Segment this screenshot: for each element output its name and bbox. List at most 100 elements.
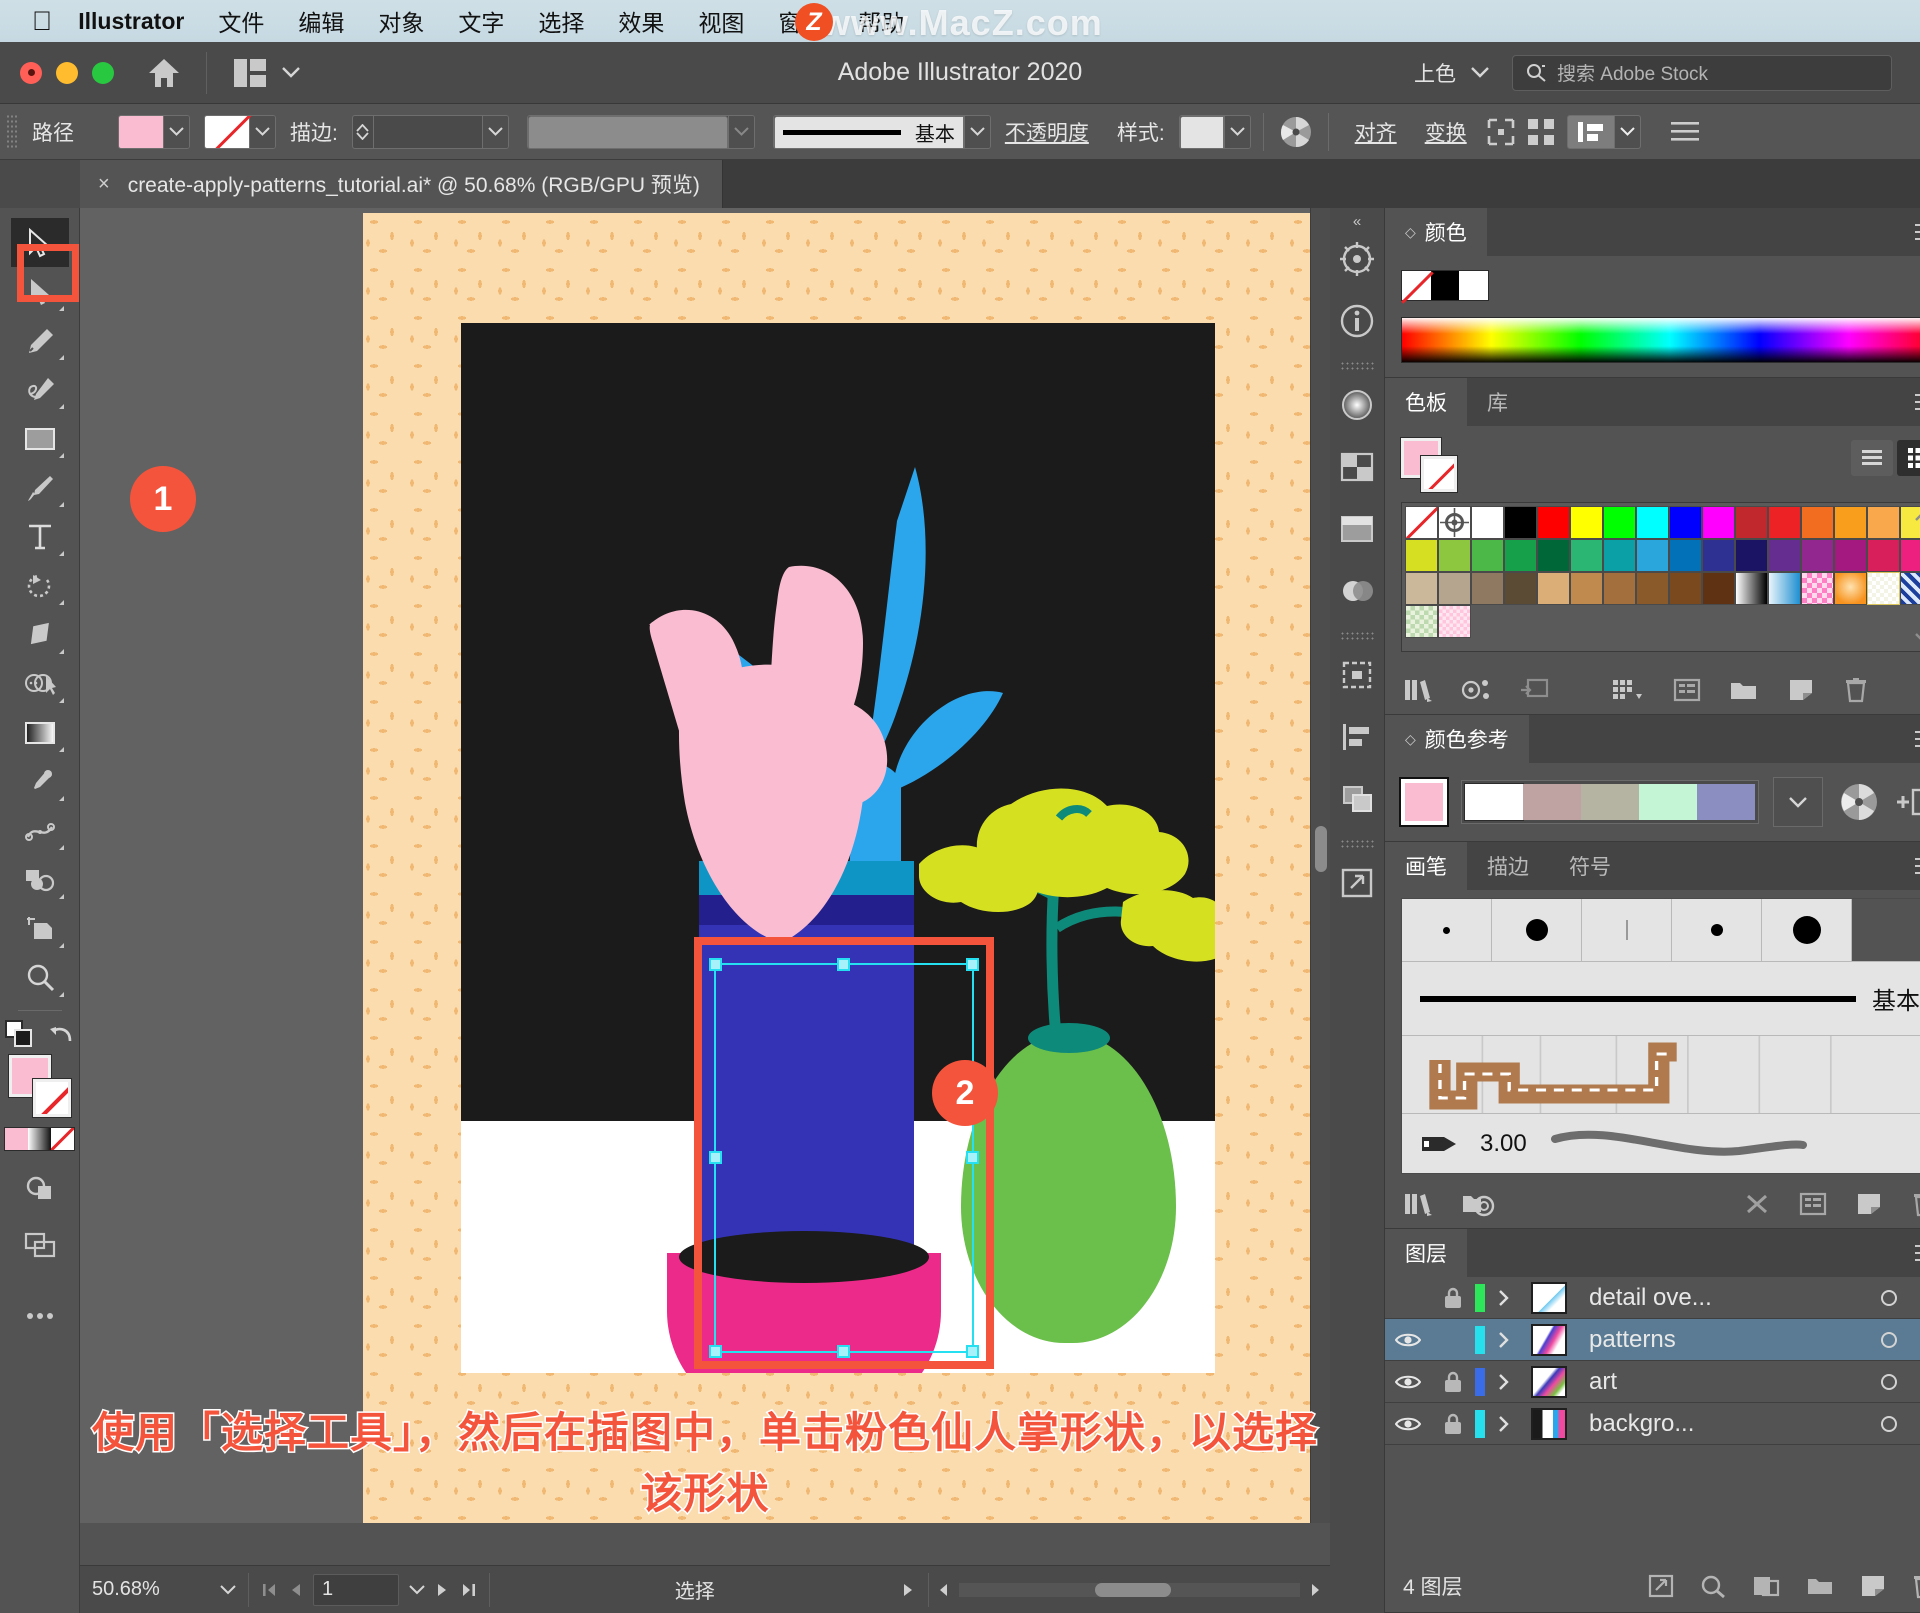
tab-swatches[interactable]: 色板	[1385, 378, 1467, 426]
opacity-label[interactable]: 不透明度	[1005, 117, 1089, 147]
color-themes-icon[interactable]	[1461, 677, 1491, 703]
arrange-icon[interactable]	[1567, 115, 1641, 149]
brush-libraries-icon[interactable]	[1403, 1191, 1433, 1217]
tab-color-guide[interactable]: ◇ 颜色参考	[1385, 715, 1529, 763]
panel-menu-icon[interactable]	[1915, 726, 1920, 752]
swatch-cell[interactable]	[1867, 506, 1900, 539]
paintbrush-tool[interactable]	[11, 463, 69, 512]
swatch-cell[interactable]	[1867, 539, 1900, 572]
panel-menu-icon[interactable]	[1915, 1240, 1920, 1266]
artboards-panel-icon[interactable]	[1330, 648, 1384, 702]
swatch-cell[interactable]	[1702, 506, 1735, 539]
layer-row[interactable]: detail ove...	[1385, 1277, 1920, 1319]
harmony-swatch[interactable]	[1581, 784, 1639, 820]
chevron-down-icon[interactable]	[1773, 777, 1823, 827]
new-brush-icon[interactable]	[1855, 1191, 1883, 1217]
color-spectrum-bar[interactable]	[1401, 317, 1920, 363]
harmony-swatch[interactable]	[1697, 784, 1755, 820]
screen-mode-icon[interactable]	[11, 1220, 69, 1269]
release-icon[interactable]	[1647, 1573, 1675, 1599]
expand-panels-icon[interactable]: «	[1335, 214, 1379, 228]
cc-libraries-icon[interactable]	[1461, 1190, 1495, 1218]
tab-color[interactable]: ◇ 颜色	[1385, 208, 1487, 256]
swatch-cell[interactable]	[1603, 572, 1636, 605]
brush-preset[interactable]	[1402, 899, 1492, 961]
brush-preset[interactable]	[1582, 899, 1672, 961]
layer-visibility-toggle[interactable]	[1385, 1331, 1431, 1349]
color-wheel-icon[interactable]	[1837, 780, 1881, 824]
curvature-tool[interactable]	[11, 365, 69, 414]
status-expand-icon[interactable]	[900, 1582, 916, 1598]
chevron-down-icon[interactable]	[1614, 116, 1640, 148]
brush-pattern-row[interactable]	[1402, 1035, 1920, 1113]
minimize-window-button[interactable]	[56, 62, 78, 84]
new-swatch-icon[interactable]	[1787, 677, 1815, 703]
swatch-cell[interactable]	[1570, 539, 1603, 572]
swatch-cell[interactable]	[1900, 539, 1920, 572]
control-bar-grip[interactable]	[6, 114, 18, 150]
harmony-swatch[interactable]	[1465, 784, 1523, 820]
variable-width-profile[interactable]	[527, 115, 755, 149]
edit-colors-icon[interactable]	[1895, 784, 1920, 820]
apple-logo-icon[interactable]: 	[32, 8, 52, 35]
menu-item-effect[interactable]: 效果	[618, 4, 664, 38]
default-fill-stroke-icon[interactable]	[48, 1019, 76, 1049]
swatch-cell[interactable]	[1603, 506, 1636, 539]
scroll-up-icon[interactable]	[1914, 509, 1920, 521]
brush-basic-row[interactable]: 基本	[1402, 961, 1920, 1035]
tab-libraries[interactable]: 库	[1467, 378, 1528, 426]
asset-export-panel-icon[interactable]	[1330, 856, 1384, 910]
layer-visibility-toggle[interactable]	[1385, 1373, 1431, 1391]
layer-expand-icon[interactable]	[1485, 1373, 1523, 1391]
menubar-app-name[interactable]: Illustrator	[78, 8, 184, 35]
swatch-cell[interactable]	[1801, 506, 1834, 539]
brush-preset[interactable]	[1672, 899, 1762, 961]
swatch-cell[interactable]	[1900, 572, 1920, 605]
chevron-down-icon[interactable]	[163, 116, 189, 148]
swatch-options-icon[interactable]	[1673, 677, 1701, 703]
zoom-tool[interactable]	[11, 953, 69, 1002]
harmony-swatch[interactable]	[1639, 784, 1697, 820]
swatch-cell[interactable]	[1570, 506, 1603, 539]
swatch-cell[interactable]	[1702, 539, 1735, 572]
swatch-cell[interactable]	[1603, 539, 1636, 572]
type-tool[interactable]	[11, 512, 69, 561]
menu-item-type[interactable]: 文字	[458, 4, 504, 38]
layer-target-circle[interactable]	[1863, 1290, 1915, 1306]
swatch-cell[interactable]	[1405, 572, 1438, 605]
page-number-field[interactable]: 1	[313, 1574, 399, 1606]
remove-brush-icon[interactable]	[1743, 1191, 1771, 1217]
zoom-control[interactable]: 50.68%	[80, 1573, 248, 1607]
artboard[interactable]	[363, 213, 1313, 1523]
swatch-cell[interactable]	[1834, 539, 1867, 572]
layer-visibility-toggle[interactable]	[1385, 1415, 1431, 1433]
layer-target-circle[interactable]	[1863, 1416, 1915, 1432]
layer-target-circle[interactable]	[1863, 1332, 1915, 1348]
layer-row[interactable]: art	[1385, 1361, 1920, 1403]
brush-definition-picker[interactable]: 基本	[773, 115, 991, 149]
eraser-tool[interactable]	[11, 610, 69, 659]
layers-list[interactable]: detail ove...patternsartbackgro...	[1385, 1277, 1920, 1560]
stock-search-field[interactable]: 搜索 Adobe Stock	[1512, 55, 1892, 91]
canvas-area[interactable]: 1 2	[80, 208, 1330, 1523]
new-layer-icon[interactable]	[1859, 1573, 1887, 1599]
align-label[interactable]: 对齐	[1355, 117, 1397, 147]
swatch-cell[interactable]	[1504, 506, 1537, 539]
chevron-down-icon[interactable]	[482, 116, 508, 148]
graphic-style-picker[interactable]	[1179, 115, 1251, 149]
swatch-cell[interactable]	[1537, 539, 1570, 572]
rectangle-tool[interactable]	[11, 414, 69, 463]
fill-color-picker[interactable]	[118, 115, 190, 149]
panel-menu-icon[interactable]	[1915, 389, 1920, 415]
swatch-cell[interactable]	[1405, 605, 1438, 638]
menu-item-file[interactable]: 文件	[218, 4, 264, 38]
none-button[interactable]	[51, 1128, 74, 1150]
brush-preset[interactable]	[1492, 899, 1582, 961]
selection-bounding-box[interactable]	[714, 963, 974, 1353]
tab-symbols[interactable]: 符号	[1549, 842, 1631, 890]
shape-builder-icon[interactable]	[1481, 112, 1521, 152]
swatch-cell[interactable]	[1801, 572, 1834, 605]
layer-expand-icon[interactable]	[1485, 1289, 1523, 1307]
swatch-libraries-icon[interactable]	[1403, 677, 1433, 703]
swatch-cell[interactable]	[1405, 506, 1438, 539]
